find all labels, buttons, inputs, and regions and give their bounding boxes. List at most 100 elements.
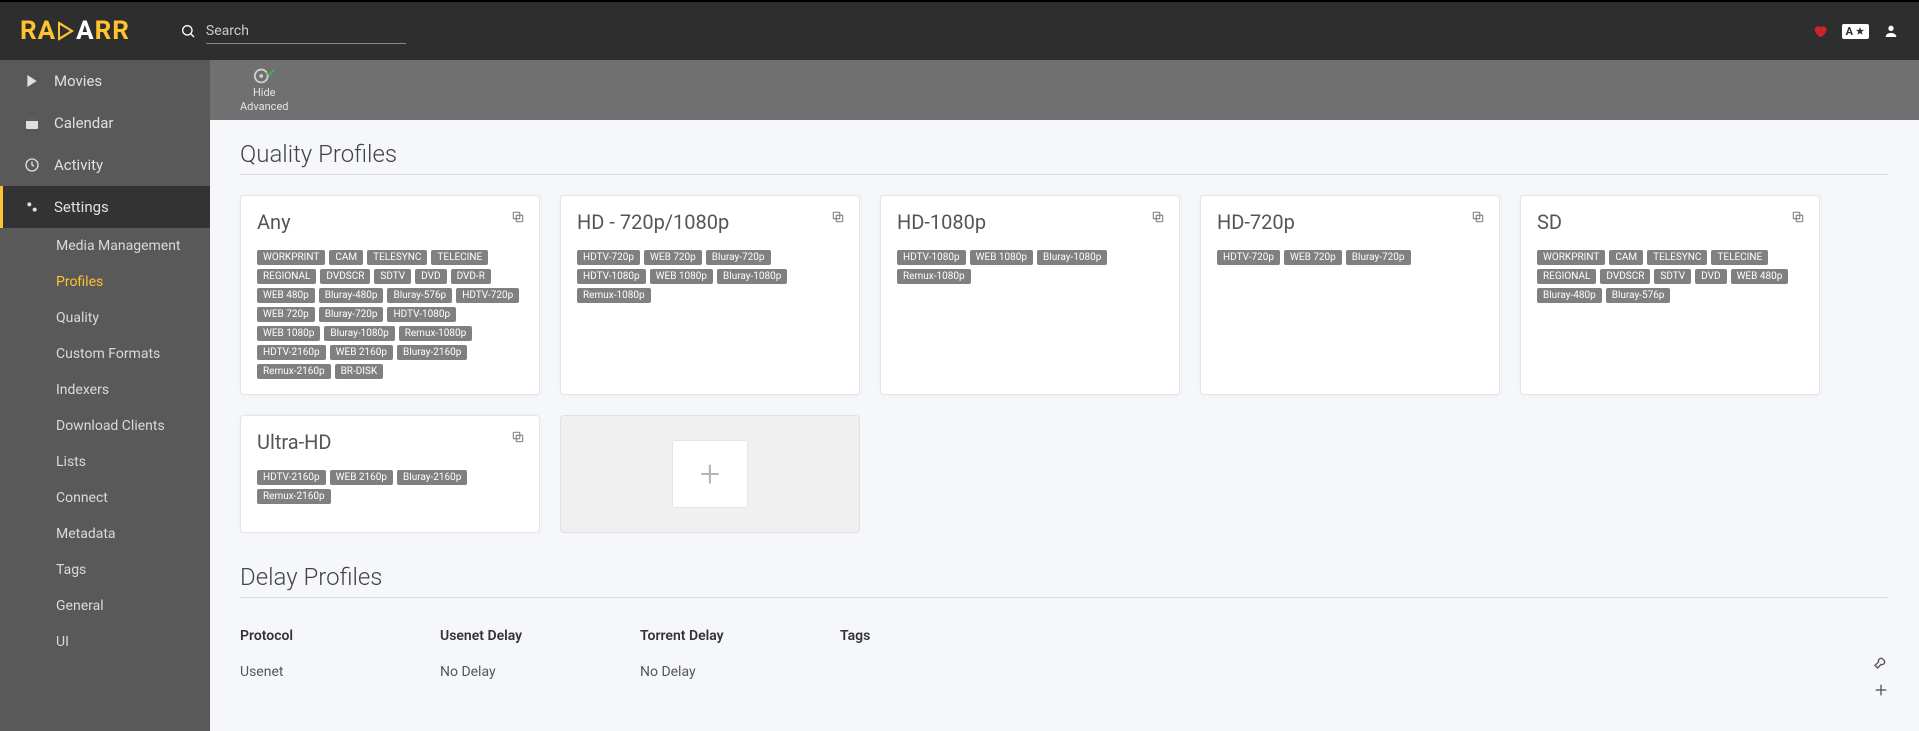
logo-text-pre: RA [20, 16, 56, 46]
logo[interactable]: RA A RR [20, 16, 130, 46]
subnav-profiles[interactable]: Profiles [0, 264, 210, 300]
quality-tag: BR-DISK [335, 364, 384, 379]
quality-tag: WORKPRINT [1537, 250, 1605, 265]
cell-protocol: Usenet [240, 664, 440, 680]
delay-row-actions [1873, 654, 1889, 698]
subnav-download-clients[interactable]: Download Clients [0, 408, 210, 444]
quality-tag: Bluray-480p [1537, 288, 1602, 303]
quality-tag: Remux-2160p [257, 489, 331, 504]
translate-icon[interactable]: A [1842, 24, 1869, 39]
hide-label: Hide [253, 87, 276, 99]
clone-icon[interactable] [511, 430, 525, 444]
profile-tags: WORKPRINTCAMTELESYNCTELECINEREGIONALDVDS… [257, 250, 523, 379]
calendar-icon [24, 115, 40, 131]
logo-text-a: A [76, 16, 94, 46]
clone-icon[interactable] [831, 210, 845, 224]
quality-tag: DVD [415, 269, 446, 284]
profile-tags: HDTV-720pWEB 720pBluray-720p [1217, 250, 1483, 265]
quality-tag: HDTV-1080p [387, 307, 456, 322]
sidebar-label: Movies [54, 72, 102, 90]
search-icon[interactable] [180, 23, 196, 39]
subnav-general[interactable]: General [0, 588, 210, 624]
quality-tag: Bluray-1080p [717, 269, 787, 284]
col-torrent: Torrent Delay [640, 628, 840, 644]
hide-advanced-button[interactable]: Hide Advanced [240, 67, 288, 113]
profile-card[interactable]: SDWORKPRINTCAMTELESYNCTELECINEREGIONALDV… [1520, 195, 1820, 395]
sidebar-item-settings[interactable]: Settings [0, 186, 210, 228]
quality-tag: HDTV-1080p [897, 250, 966, 265]
plus-icon: + [700, 456, 720, 492]
subnav-tags[interactable]: Tags [0, 552, 210, 588]
quality-tag: TELESYNC [1647, 250, 1707, 265]
quality-tag: Remux-1080p [399, 326, 473, 341]
sidebar-label: Calendar [54, 114, 114, 132]
profile-card[interactable]: HD-720p HDTV-720pWEB 720pBluray-720p [1200, 195, 1500, 395]
subnav-indexers[interactable]: Indexers [0, 372, 210, 408]
add-profile-card[interactable]: + [560, 415, 860, 533]
quality-tag: Bluray-720p [706, 250, 771, 265]
quality-tag: HDTV-720p [1217, 250, 1280, 265]
subnav-custom-formats[interactable]: Custom Formats [0, 336, 210, 372]
quality-tag: WEB 480p [1731, 269, 1789, 284]
quality-tag: SDTV [1654, 269, 1691, 284]
profiles-grid: Any WORKPRINTCAMTELESYNCTELECINEREGIONALD… [240, 195, 1889, 533]
donate-icon[interactable] [1812, 23, 1828, 39]
wrench-icon[interactable] [1873, 654, 1889, 670]
sidebar-item-movies[interactable]: Movies [0, 60, 210, 102]
subnav-lists[interactable]: Lists [0, 444, 210, 480]
add-delay-icon[interactable] [1873, 682, 1889, 698]
sidebar-item-activity[interactable]: Activity [0, 144, 210, 186]
subnav-ui[interactable]: UI [0, 624, 210, 660]
subnav-metadata[interactable]: Metadata [0, 516, 210, 552]
quality-tag: WEB 1080p [257, 326, 320, 341]
profile-card[interactable]: HD - 720p/1080pHDTV-720pWEB 720pBluray-7… [560, 195, 860, 395]
toolbar: Hide Advanced [210, 60, 1919, 120]
col-usenet: Usenet Delay [440, 628, 640, 644]
profile-title: Any [257, 210, 523, 234]
quality-tag: WEB 1080p [970, 250, 1033, 265]
top-icons: A [1812, 23, 1899, 39]
quality-profiles-heading: Quality Profiles [240, 140, 1889, 168]
logo-text-post: RR [95, 16, 130, 46]
topbar: RA A RR A [0, 0, 1919, 60]
quality-tag: Remux-1080p [577, 288, 651, 303]
delay-row[interactable]: Usenet No Delay No Delay [240, 654, 1873, 690]
profile-card[interactable]: Ultra-HDHDTV-2160pWEB 2160pBluray-2160pR… [240, 415, 540, 533]
clone-icon[interactable] [511, 210, 525, 224]
quality-tag: Bluray-720p [319, 307, 384, 322]
search-input[interactable] [206, 19, 406, 44]
subnav-media-management[interactable]: Media Management [0, 228, 210, 264]
sidebar-label: Settings [54, 198, 109, 216]
quality-tag: Remux-1080p [897, 269, 971, 284]
clone-icon[interactable] [1791, 210, 1805, 224]
profile-title: HD-720p [1217, 210, 1483, 234]
search-wrap [180, 19, 406, 44]
cell-tags [840, 664, 1873, 680]
quality-tag: HDTV-720p [456, 288, 519, 303]
quality-tag: WEB 720p [257, 307, 315, 322]
quality-tag: Bluray-2160p [397, 470, 467, 485]
profile-tags: WORKPRINTCAMTELESYNCTELECINEREGIONALDVDS… [1537, 250, 1803, 303]
profile-card[interactable]: HD-1080pHDTV-1080pWEB 1080pBluray-1080pR… [880, 195, 1180, 395]
sidebar-item-calendar[interactable]: Calendar [0, 102, 210, 144]
delay-header-row: Protocol Usenet Delay Torrent Delay Tags [240, 618, 1889, 654]
quality-tag: HDTV-720p [577, 250, 640, 265]
profile-title: HD-1080p [897, 210, 1163, 234]
quality-tag: TELECINE [1711, 250, 1768, 265]
main: Hide Advanced Quality Profiles Any WORKPR… [210, 60, 1919, 731]
subnav-connect[interactable]: Connect [0, 480, 210, 516]
cell-torrent: No Delay [640, 664, 840, 680]
logo-play-icon [58, 21, 74, 41]
quality-tag: DVD-R [451, 269, 491, 284]
cell-usenet: No Delay [440, 664, 640, 680]
user-icon[interactable] [1883, 23, 1899, 39]
quality-tag: DVDSCR [1600, 269, 1650, 284]
clone-icon[interactable] [1151, 210, 1165, 224]
quality-tag: DVDSCR [320, 269, 370, 284]
quality-tag: TELESYNC [367, 250, 427, 265]
profile-card[interactable]: Any WORKPRINTCAMTELESYNCTELECINEREGIONALD… [240, 195, 540, 395]
divider [240, 597, 1889, 598]
quality-tag: HDTV-2160p [257, 345, 326, 360]
subnav-quality[interactable]: Quality [0, 300, 210, 336]
clone-icon[interactable] [1471, 210, 1485, 224]
